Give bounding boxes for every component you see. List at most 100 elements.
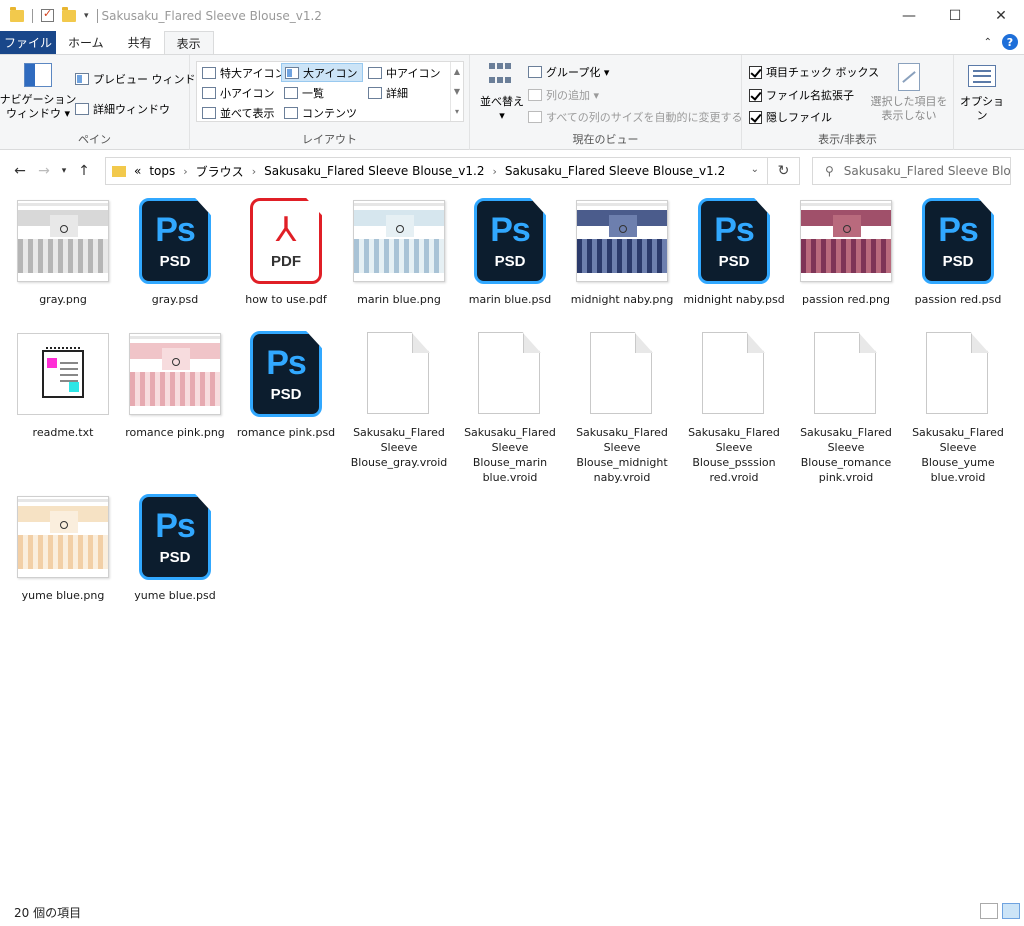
file-icon-slot[interactable]: Ps PSD <box>678 192 790 290</box>
file-name[interactable]: Sakusaku_Flared Sleeve Blouse_marin blue… <box>454 425 566 485</box>
sort-by-button[interactable]: 並べ替え ▾ <box>478 63 526 123</box>
file-name[interactable]: marin blue.psd <box>454 292 566 307</box>
checkbox-checked-icon[interactable] <box>749 65 762 79</box>
tab-share[interactable]: 共有 <box>116 31 164 54</box>
file-name[interactable]: Sakusaku_Flared Sleeve Blouse_gray.vroid <box>343 425 455 470</box>
add-columns-button[interactable]: 列の追加 ▾ <box>528 87 599 103</box>
file-item[interactable]: Ps PSD yume blue.psd <box>119 488 231 603</box>
collapse-ribbon-icon[interactable]: ⌃ <box>984 37 992 48</box>
file-item[interactable]: passion red.png <box>790 192 902 307</box>
file-icon-slot[interactable]: Ps PSD <box>119 488 231 586</box>
file-item[interactable]: Ps PSD romance pink.psd <box>230 325 342 440</box>
file-item[interactable]: Sakusaku_Flared Sleeve Blouse_yume blue.… <box>902 325 1014 485</box>
file-item[interactable]: Sakusaku_Flared Sleeve Blouse_marin blue… <box>454 325 566 485</box>
file-name[interactable]: how to use.pdf <box>230 292 342 307</box>
tab-file[interactable]: ファイル <box>0 31 56 54</box>
file-icon-slot[interactable] <box>566 192 678 290</box>
checkbox-checked-icon[interactable] <box>749 88 762 102</box>
layout-list[interactable]: 一覧 <box>281 83 327 102</box>
breadcrumb-separator-icon[interactable]: › <box>492 165 496 178</box>
address-bar[interactable]: « tops › ブラウス › Sakusaku_Flared Sleeve B… <box>105 157 768 185</box>
breadcrumb-tops[interactable]: tops <box>149 164 175 178</box>
file-name[interactable]: midnight naby.psd <box>678 292 790 307</box>
layout-gallery-scroll[interactable]: ▲ ▼ ▾ <box>450 62 463 121</box>
details-pane-button[interactable]: 詳細ウィンドウ <box>75 101 170 117</box>
file-icon-slot[interactable]: Ps PSD <box>454 192 566 290</box>
file-name[interactable]: Sakusaku_Flared Sleeve Blouse_midnight n… <box>566 425 678 485</box>
file-item[interactable]: readme.txt <box>7 325 119 440</box>
file-name[interactable]: yume blue.png <box>7 588 119 603</box>
maximize-button[interactable]: ☐ <box>932 0 978 31</box>
hidden-items-toggle[interactable]: 隠しファイル <box>749 109 832 125</box>
file-icon-slot[interactable] <box>454 325 566 423</box>
layout-extra-large-icons[interactable]: 特大アイコン <box>199 63 288 82</box>
file-item[interactable]: marin blue.png <box>343 192 455 307</box>
file-name[interactable]: passion red.psd <box>902 292 1014 307</box>
layout-small-icons[interactable]: 小アイコン <box>199 83 277 102</box>
search-input[interactable]: ⚲ Sakusaku_Flared Sleeve Blou... <box>812 157 1011 185</box>
layout-details[interactable]: 詳細 <box>365 83 411 102</box>
file-name[interactable]: Sakusaku_Flared Sleeve Blouse_yume blue.… <box>902 425 1014 485</box>
file-item[interactable]: Ps PSD passion red.psd <box>902 192 1014 307</box>
new-folder-icon[interactable] <box>62 6 76 22</box>
file-item[interactable]: Sakusaku_Flared Sleeve Blouse_midnight n… <box>566 325 678 485</box>
customize-dropdown-icon[interactable]: ▾ <box>84 11 89 21</box>
tab-home[interactable]: ホーム <box>56 31 116 54</box>
size-all-columns-button[interactable]: すべての列のサイズを自動的に変更する <box>528 109 742 125</box>
file-name[interactable]: romance pink.psd <box>230 425 342 440</box>
back-arrow-icon[interactable]: ← <box>8 163 32 179</box>
file-icon-slot[interactable] <box>902 325 1014 423</box>
file-name[interactable]: passion red.png <box>790 292 902 307</box>
file-item[interactable]: romance pink.png <box>119 325 231 440</box>
breadcrumb-separator-icon[interactable]: › <box>252 165 256 178</box>
breadcrumb-overflow[interactable]: « <box>134 164 141 178</box>
preview-pane-button[interactable]: プレビュー ウィンドウ <box>75 71 207 87</box>
file-name[interactable]: midnight naby.png <box>566 292 678 307</box>
gallery-more-icon[interactable]: ▾ <box>455 107 459 116</box>
checkbox-checked-icon[interactable] <box>749 110 762 124</box>
file-icon-slot[interactable] <box>566 325 678 423</box>
file-extensions-toggle[interactable]: ファイル名拡張子 <box>749 87 854 103</box>
item-checkboxes-toggle[interactable]: 項目チェック ボックス <box>749 64 879 80</box>
file-icon-slot[interactable] <box>119 325 231 423</box>
file-item[interactable]: Sakusaku_Flared Sleeve Blouse_psssion re… <box>678 325 790 485</box>
breadcrumb-folder-parent[interactable]: Sakusaku_Flared Sleeve Blouse_v1.2 <box>264 164 484 178</box>
properties-icon[interactable] <box>41 7 54 22</box>
file-icon-slot[interactable] <box>7 488 119 586</box>
file-icon-slot[interactable]: ⅄ PDF <box>230 192 342 290</box>
recent-locations-chevron-icon[interactable]: ▾ <box>56 166 72 176</box>
file-name[interactable]: gray.psd <box>119 292 231 307</box>
file-icon-slot[interactable] <box>678 325 790 423</box>
file-icon-slot[interactable] <box>343 192 455 290</box>
group-by-button[interactable]: グループ化 ▾ <box>528 64 609 80</box>
layout-medium-icons[interactable]: 中アイコン <box>365 63 443 82</box>
hide-selected-button[interactable]: 選択した項目を 表示しない <box>868 63 950 123</box>
file-icon-slot[interactable]: Ps PSD <box>230 325 342 423</box>
refresh-button[interactable]: ↻ <box>768 157 800 185</box>
tab-view[interactable]: 表示 <box>163 31 214 54</box>
file-item[interactable]: Ps PSD gray.psd <box>119 192 231 307</box>
help-icon[interactable]: ? <box>1002 34 1018 50</box>
details-view-button[interactable] <box>980 903 998 919</box>
file-item[interactable]: midnight naby.png <box>566 192 678 307</box>
file-view[interactable]: gray.png Ps PSD gray.psd ⅄ PDF how to use.pdf m… <box>0 192 1024 898</box>
layout-content[interactable]: コンテンツ <box>281 103 360 122</box>
scroll-down-icon[interactable]: ▼ <box>454 87 460 96</box>
file-icon-slot[interactable] <box>343 325 455 423</box>
breadcrumb-folder-current[interactable]: Sakusaku_Flared Sleeve Blouse_v1.2 <box>505 164 725 178</box>
file-name[interactable]: readme.txt <box>7 425 119 440</box>
file-item[interactable]: gray.png <box>7 192 119 307</box>
layout-tiles[interactable]: 並べて表示 <box>199 103 278 122</box>
file-item[interactable]: ⅄ PDF how to use.pdf <box>230 192 342 307</box>
scroll-up-icon[interactable]: ▲ <box>454 67 460 76</box>
up-arrow-icon[interactable]: ↑ <box>72 163 96 179</box>
file-item[interactable]: Sakusaku_Flared Sleeve Blouse_gray.vroid <box>343 325 455 470</box>
file-name[interactable]: romance pink.png <box>119 425 231 440</box>
breadcrumb-separator-icon[interactable]: › <box>183 165 187 178</box>
file-icon-slot[interactable] <box>790 325 902 423</box>
file-icon-slot[interactable]: Ps PSD <box>902 192 1014 290</box>
navigation-pane-button[interactable]: ナビゲーション ウィンドウ ▾ <box>0 63 76 121</box>
file-icon-slot[interactable]: Ps PSD <box>119 192 231 290</box>
layout-large-icons[interactable]: 大アイコン <box>281 63 363 82</box>
address-dropdown-icon[interactable]: ⌄ <box>751 164 759 175</box>
